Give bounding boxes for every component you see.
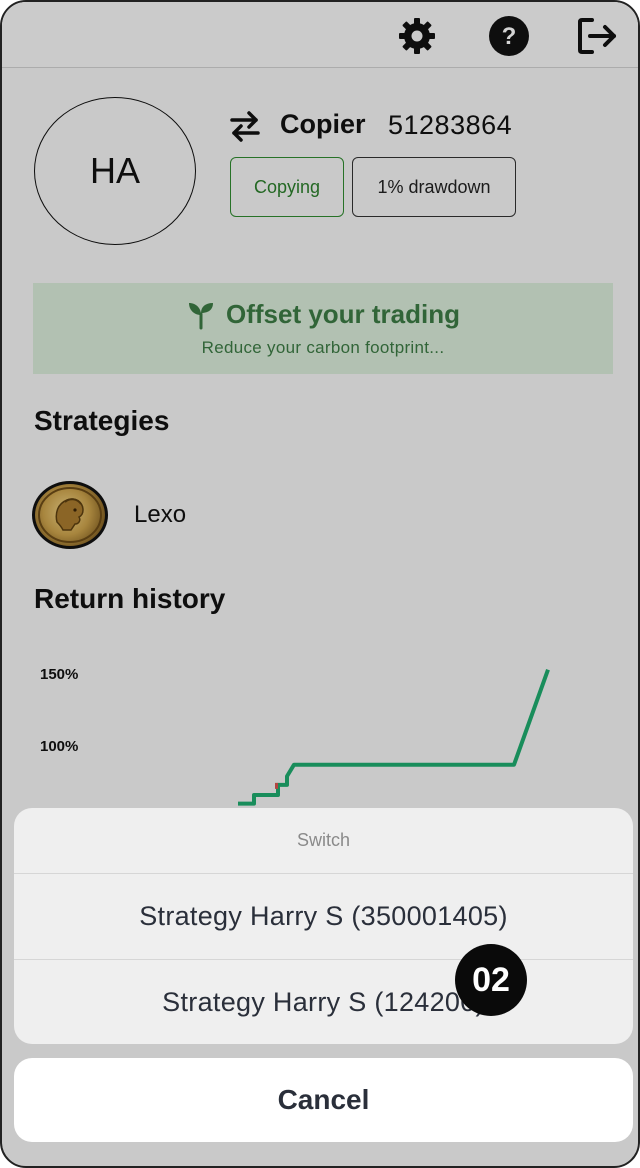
step-badge: 02 [455,944,527,1016]
switch-action-sheet: Switch Strategy Harry S (350001405) Stra… [14,808,633,1044]
switch-option-124200[interactable]: Strategy Harry S (124200) [14,959,633,1044]
switch-option-350001405[interactable]: Strategy Harry S (350001405) [14,874,633,959]
app-frame: ? HA Copier 51283864 Copying 1% drawdown [0,0,640,1168]
action-sheet-title: Switch [14,808,633,874]
cancel-button[interactable]: Cancel [14,1058,633,1142]
